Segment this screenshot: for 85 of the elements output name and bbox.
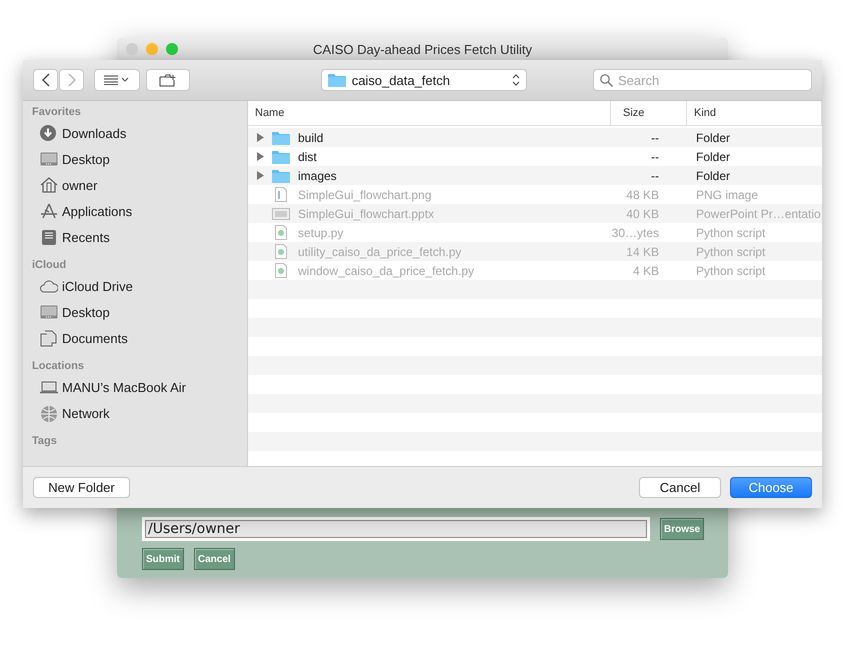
search-field[interactable]: Search xyxy=(593,69,812,91)
sidebar-item[interactable]: iCloud Drive xyxy=(32,273,247,299)
sidebar-item[interactable]: Recents xyxy=(32,224,247,250)
section-heading: Tags xyxy=(32,435,58,448)
back-button[interactable] xyxy=(33,69,58,91)
column-header[interactable]: Name xyxy=(248,101,611,125)
house-icon xyxy=(40,176,58,194)
folder-icon xyxy=(328,73,346,87)
document-stack-icon xyxy=(40,228,58,246)
sidebar-item[interactable]: Desktop xyxy=(32,146,247,172)
sidebar-item[interactable]: owner xyxy=(32,172,247,198)
file-name: SimpleGui_flowchart.pptx xyxy=(298,206,434,220)
file-size: -- xyxy=(650,130,660,146)
file-name: build xyxy=(298,130,324,144)
file-name: images xyxy=(298,168,337,182)
file-kind: Python script xyxy=(695,262,766,280)
search-icon xyxy=(600,74,613,87)
file-kind: Python script xyxy=(695,244,766,260)
close-button[interactable] xyxy=(126,43,138,55)
file-name: SimpleGui_flowchart.png xyxy=(298,188,432,202)
folder-plus-icon xyxy=(158,74,177,86)
list-icon xyxy=(104,75,130,85)
disclosure-triangle-icon xyxy=(257,133,264,142)
new-folder-button[interactable]: New Folder xyxy=(33,477,130,498)
monitor-icon xyxy=(40,150,58,168)
location-popup[interactable]: caiso_data_fetch xyxy=(320,69,527,91)
file-kind: PNG image xyxy=(695,186,760,204)
image-file-icon xyxy=(275,187,287,202)
chevron-left-icon xyxy=(42,73,50,87)
file-size: 48 KB xyxy=(625,186,660,204)
section-heading: Locations xyxy=(32,360,85,373)
documents-icon xyxy=(40,330,58,346)
column-header[interactable]: Kind xyxy=(687,101,822,125)
file-size: 4 KB xyxy=(632,262,660,280)
chevron-right-icon xyxy=(68,73,76,87)
file-name-cell[interactable]: images xyxy=(248,166,611,185)
script-file-icon xyxy=(275,263,287,278)
disclosure-triangle-icon xyxy=(257,171,264,180)
file-size: -- xyxy=(650,148,660,166)
minimize-button[interactable] xyxy=(146,43,158,55)
up-down-chevron-icon xyxy=(512,74,520,86)
sidebar-item[interactable]: Desktop xyxy=(32,299,247,325)
monitor-icon xyxy=(40,304,58,320)
script-file-icon xyxy=(275,225,287,240)
cloud-icon xyxy=(40,278,58,294)
file-kind: Folder xyxy=(695,130,732,146)
file-kind: PowerPoint Pr…entatio xyxy=(695,206,822,222)
file-size: 40 KB xyxy=(625,206,660,222)
file-kind: Folder xyxy=(695,148,732,166)
laptop-icon xyxy=(40,378,58,396)
app-store-icon xyxy=(40,202,58,220)
section-heading: iCloud xyxy=(32,259,68,272)
location-label: caiso_data_fetch xyxy=(352,72,450,88)
file-name-cell[interactable]: build xyxy=(248,128,611,147)
folder-icon xyxy=(272,130,290,144)
folder-icon xyxy=(272,150,290,164)
sidebar-item[interactable]: Downloads xyxy=(32,120,247,146)
globe-icon xyxy=(40,404,58,422)
cancel-button[interactable]: Cancel xyxy=(639,477,721,498)
file-name-cell[interactable]: dist xyxy=(248,147,611,166)
zoom-button[interactable] xyxy=(166,43,178,55)
column-header[interactable]: Size xyxy=(611,101,687,125)
path-field[interactable]: /Users/owner xyxy=(142,517,650,541)
file-name: window_caiso_da_price_fetch.py xyxy=(298,264,474,278)
file-name: setup.py xyxy=(298,226,344,240)
file-size: -- xyxy=(650,168,660,184)
sidebar-item[interactable]: MANU’s MacBook Air xyxy=(32,374,247,400)
view-options-button[interactable] xyxy=(94,69,140,91)
folder-icon xyxy=(272,168,290,182)
file-size: 30…ytes xyxy=(611,224,660,242)
new-folder-button[interactable] xyxy=(146,69,190,91)
slides-file-icon xyxy=(272,206,290,220)
sidebar-item[interactable]: Documents xyxy=(32,325,247,351)
script-file-icon xyxy=(275,244,287,259)
window-title: CAISO Day-ahead Prices Fetch Utility xyxy=(313,42,532,56)
file-name: utility_caiso_da_price_fetch.py xyxy=(298,244,462,258)
file-size: 14 KB xyxy=(625,244,660,260)
sidebar-item[interactable]: Applications xyxy=(32,198,247,224)
download-icon xyxy=(40,124,58,142)
file-name: dist xyxy=(298,150,317,164)
section-heading: Favorites xyxy=(32,106,82,119)
file-kind: Python script xyxy=(695,224,766,242)
file-kind: Folder xyxy=(695,168,732,184)
sidebar-item[interactable]: Network xyxy=(32,400,247,426)
disclosure-triangle-icon xyxy=(257,152,264,161)
